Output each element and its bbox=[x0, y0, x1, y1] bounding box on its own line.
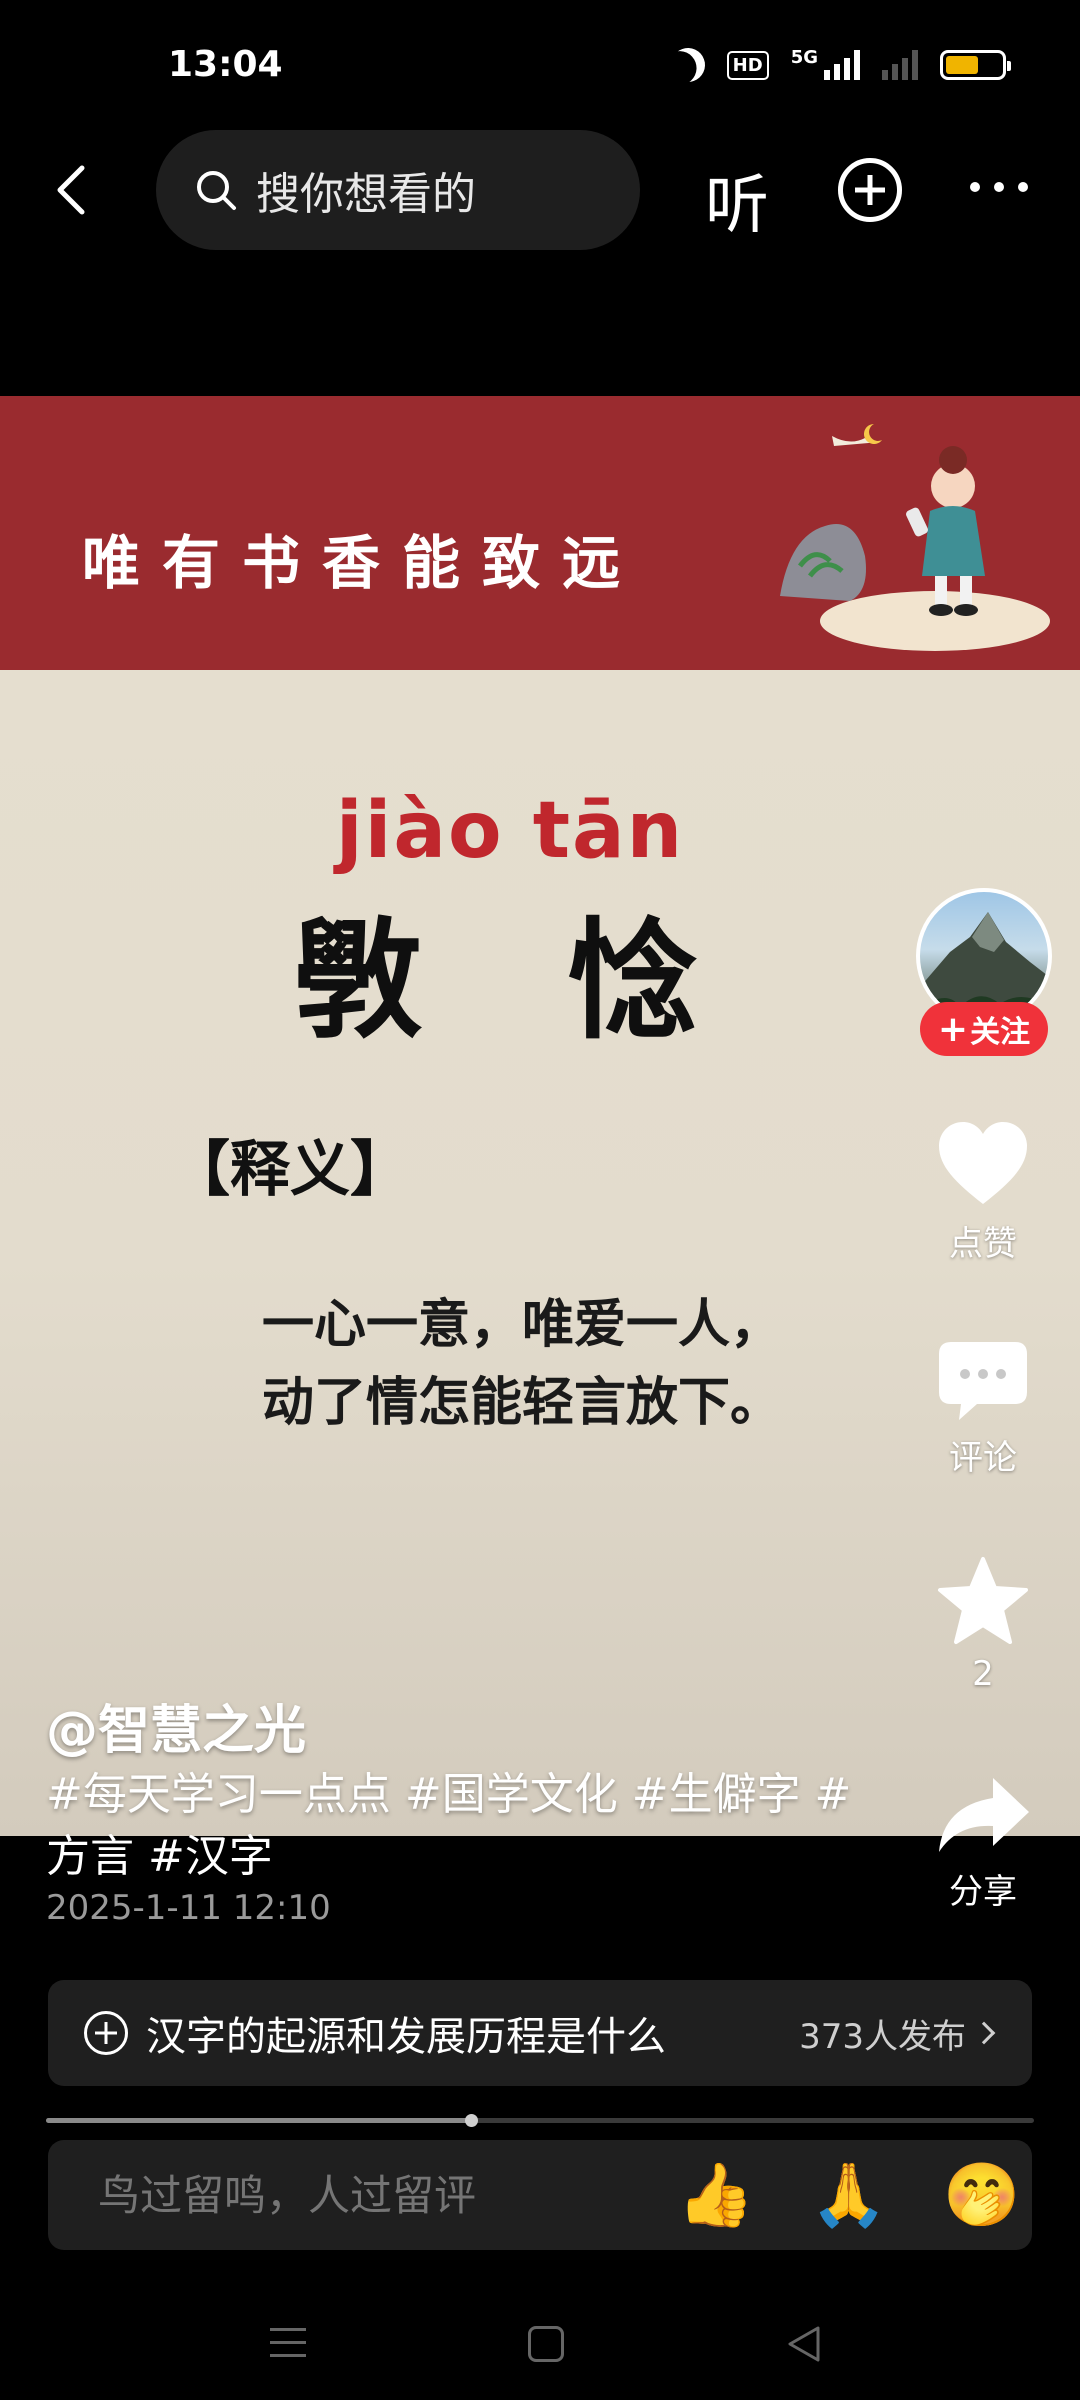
more-options-icon[interactable] bbox=[970, 182, 1028, 192]
search-icon bbox=[197, 171, 236, 210]
comment-button[interactable]: 评论 bbox=[918, 1340, 1048, 1479]
recent-apps-icon[interactable] bbox=[270, 2328, 306, 2357]
comment-bar: 👍 🙏 🤭 bbox=[48, 2140, 1032, 2250]
share-label: 分享 bbox=[949, 1872, 1017, 1912]
system-back-icon[interactable] bbox=[784, 2324, 824, 2364]
definition-text: 一心一意，唯爱一人， 动了情怎能轻言放下。 bbox=[262, 1286, 782, 1442]
listen-button[interactable]: 听 bbox=[705, 154, 769, 246]
chevron-right-icon bbox=[972, 2021, 996, 2045]
pinyin-text: jiào tān bbox=[335, 786, 685, 876]
top-nav: 搜你想看的 听 bbox=[0, 130, 1080, 250]
pray-emoji[interactable]: 🙏 bbox=[810, 2164, 887, 2226]
topic-bar[interactable]: 汉字的起源和发展历程是什么 373人发布 bbox=[48, 1980, 1032, 2086]
post-date: 2025-1-11 12:10 bbox=[46, 1888, 331, 1928]
follow-button[interactable]: + 关注 bbox=[920, 1002, 1048, 1056]
search-bar[interactable]: 搜你想看的 bbox=[156, 130, 640, 250]
comment-bubble-icon bbox=[939, 1342, 1027, 1420]
heart-icon bbox=[939, 1122, 1027, 1204]
system-nav-bar bbox=[0, 2300, 1080, 2400]
search-placeholder: 搜你想看的 bbox=[256, 169, 476, 220]
comment-label: 评论 bbox=[949, 1438, 1017, 1478]
status-time: 13:04 bbox=[168, 44, 283, 85]
giggle-emoji[interactable]: 🤭 bbox=[943, 2164, 1020, 2226]
topic-title: 汉字的起源和发展历程是什么 bbox=[146, 2014, 666, 2060]
follow-label: 关注 bbox=[970, 1015, 1031, 1050]
video-progress-bar[interactable] bbox=[46, 2114, 1034, 2127]
definition-label: 【释义】 bbox=[170, 1135, 410, 1205]
thumbs-up-emoji[interactable]: 👍 bbox=[677, 2164, 754, 2226]
chinese-characters: 斆 惗 bbox=[292, 905, 748, 1057]
favorite-count: 2 bbox=[972, 1654, 994, 1694]
signal-strength-secondary-icon bbox=[882, 50, 918, 80]
add-topic-icon bbox=[84, 2011, 128, 2055]
like-button[interactable]: 点赞 bbox=[918, 1118, 1048, 1265]
hd-badge: HD bbox=[726, 50, 769, 80]
scholar-illustration bbox=[780, 424, 1050, 651]
hashtags-line[interactable]: 方言 #汉字 bbox=[46, 1826, 856, 1888]
definition-line: 动了情怎能轻言放下。 bbox=[262, 1373, 783, 1433]
home-icon[interactable] bbox=[528, 2326, 564, 2362]
comment-input[interactable] bbox=[98, 2170, 621, 2220]
network-5g-label: 5G bbox=[790, 46, 818, 68]
video-banner: 唯有书香能致远 bbox=[0, 396, 1080, 670]
progress-handle[interactable] bbox=[464, 2114, 478, 2127]
banner-text: 唯有书香能致远 bbox=[82, 529, 643, 597]
battery-level-fill bbox=[946, 56, 979, 74]
hashtags[interactable]: #每天学习一点点 #国学文化 #生僻字 # 方言 #汉字 bbox=[46, 1764, 856, 1888]
signal-strength-icon bbox=[824, 50, 860, 80]
share-arrow-icon bbox=[939, 1778, 1029, 1852]
back-arrow-icon[interactable] bbox=[46, 162, 102, 218]
topic-post-count: 373人发布 bbox=[799, 2016, 966, 2057]
status-bar: 13:04 HD 5G bbox=[0, 0, 1080, 130]
battery-icon bbox=[940, 50, 1011, 80]
definition-line: 一心一意，唯爱一人， bbox=[262, 1295, 783, 1355]
star-icon bbox=[938, 1557, 1028, 1644]
add-circle-icon[interactable] bbox=[838, 158, 902, 222]
like-label: 点赞 bbox=[949, 1224, 1017, 1264]
do-not-disturb-icon bbox=[666, 43, 710, 87]
favorite-button[interactable]: 2 bbox=[918, 1556, 1048, 1694]
hashtags-line[interactable]: #每天学习一点点 #国学文化 #生僻字 # bbox=[46, 1764, 856, 1826]
plus-icon: + bbox=[937, 1008, 969, 1050]
progress-fill bbox=[46, 2118, 471, 2123]
share-button[interactable]: 分享 bbox=[918, 1774, 1048, 1913]
author-name[interactable]: @智慧之光 bbox=[46, 1688, 306, 1763]
status-icons: HD 5G bbox=[671, 46, 1011, 82]
